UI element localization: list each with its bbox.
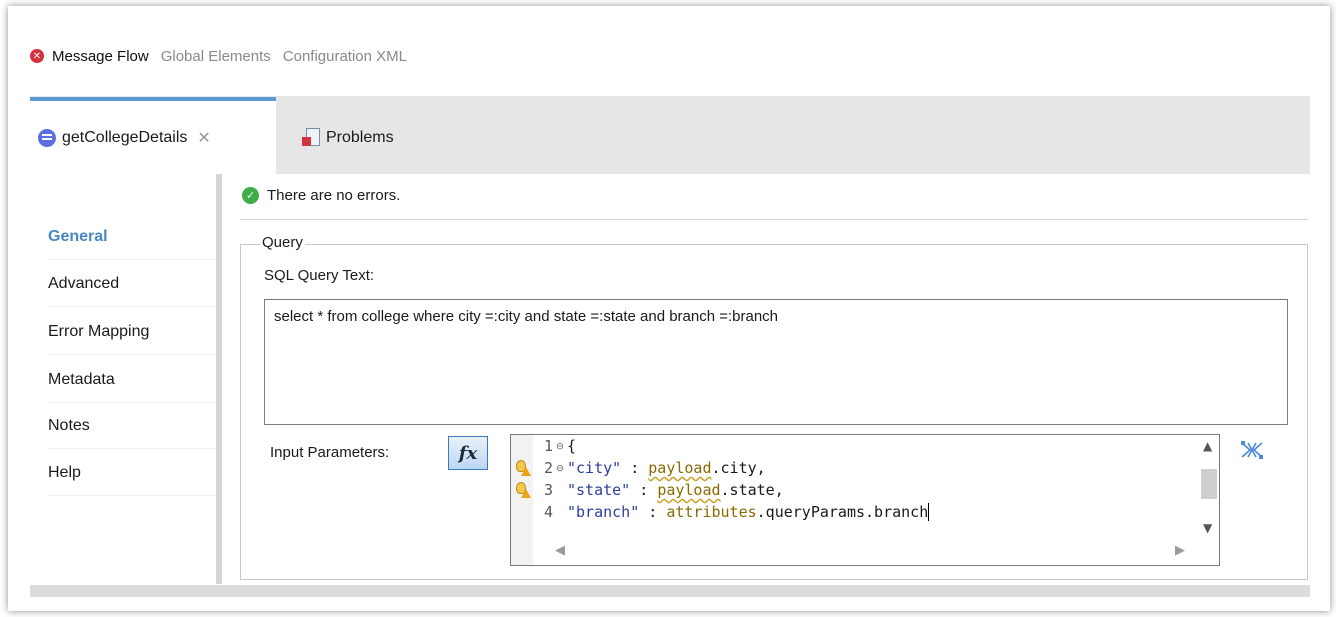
scroll-left-icon[interactable]: ◀ (555, 543, 565, 558)
check-icon: ✓ (242, 187, 259, 204)
sidebar: General Advanced Error Mapping Metadata … (30, 174, 216, 584)
status-message: ✓ There are no errors. (242, 187, 400, 204)
sql-query-textarea[interactable]: select * from college where city =:city … (264, 299, 1288, 425)
input-parameters-label: Input Parameters: (270, 444, 390, 461)
data-mapper-icon[interactable] (1240, 438, 1264, 462)
query-group-label: Query (260, 234, 305, 251)
database-icon (38, 128, 56, 147)
tab-message-flow[interactable]: Message Flow (52, 48, 149, 65)
tab-label: Problems (326, 128, 394, 146)
sidebar-item-notes[interactable]: Notes (48, 403, 216, 449)
scroll-up-icon[interactable]: ▲ (1203, 439, 1212, 453)
fold-icon[interactable]: ⊖ (553, 461, 567, 475)
sidebar-divider[interactable] (216, 174, 222, 584)
warning-bulb-icon[interactable] (515, 482, 531, 498)
code-line: 4 "branch" : attributes .queryParams.bra… (543, 503, 930, 521)
fold-icon[interactable]: ⊖ (553, 439, 567, 453)
tab-configuration-xml[interactable]: Configuration XML (283, 48, 407, 65)
sidebar-item-advanced[interactable]: Advanced (48, 261, 216, 307)
bottom-scroll-area (30, 585, 1310, 597)
horizontal-scrollbar[interactable]: ◀ ▶ (555, 543, 1195, 563)
sidebar-item-error-mapping[interactable]: Error Mapping (48, 309, 216, 355)
input-parameters-editor[interactable]: 1 ⊖ { 2 ⊖ "city" : payload .city, 3 "sta… (510, 434, 1220, 566)
problems-icon (302, 127, 320, 148)
window-frame: ✕ Message Flow Global Elements Configura… (8, 6, 1330, 611)
tab-label: getCollegeDetails (62, 128, 188, 146)
sidebar-item-general[interactable]: General (48, 214, 216, 260)
tab-getcollegedetails[interactable]: getCollegeDetails ✕ (30, 97, 276, 174)
divider (240, 219, 1308, 220)
tab-global-elements[interactable]: Global Elements (161, 48, 271, 65)
text-caret (928, 503, 930, 521)
close-icon[interactable]: ✕ (197, 128, 210, 147)
error-icon: ✕ (30, 49, 44, 63)
sidebar-item-help[interactable]: Help (48, 450, 216, 496)
sql-query-label: SQL Query Text: (264, 267, 375, 284)
scroll-right-icon[interactable]: ▶ (1175, 543, 1185, 558)
status-text: There are no errors. (267, 187, 401, 204)
view-tab-strip: getCollegeDetails ✕ Problems (30, 96, 1310, 174)
tab-problems[interactable]: Problems (296, 101, 394, 174)
vertical-scrollbar[interactable]: ▲ ▼ (1199, 435, 1219, 543)
code-line: 1 ⊖ { (543, 437, 577, 455)
code-line: 2 ⊖ "city" : payload .city, (511, 457, 766, 479)
warning-bulb-icon[interactable] (515, 460, 531, 476)
code-line: 3 "state" : payload .state, (511, 479, 784, 501)
properties-panel: General Advanced Error Mapping Metadata … (30, 174, 1310, 594)
editor-tab-bar: ✕ Message Flow Global Elements Configura… (30, 44, 419, 68)
scroll-down-icon[interactable]: ▼ (1203, 521, 1212, 535)
scrollbar-thumb[interactable] (1201, 469, 1217, 499)
sidebar-item-metadata[interactable]: Metadata (48, 357, 216, 403)
expression-mode-button[interactable]: fx (448, 436, 488, 470)
